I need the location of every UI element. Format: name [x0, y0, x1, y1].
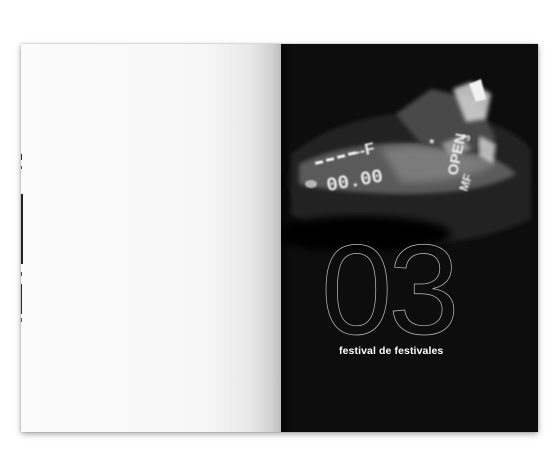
chapter-number-text: 03: [321, 234, 455, 344]
left-page: [21, 44, 281, 432]
page-edge-marks: [21, 154, 23, 322]
chapter-title: festival de festivales: [339, 345, 444, 357]
right-page: --F 00.00 OPEN 3 MF * 03 festival de fes…: [281, 44, 538, 432]
chapter-number: 03: [321, 234, 460, 344]
camera-display-photo: --F 00.00 OPEN 3 MF *: [281, 44, 538, 264]
gutter-shadow: [281, 44, 291, 432]
magazine-spread: --F 00.00 OPEN 3 MF * 03 festival de fes…: [21, 44, 538, 432]
